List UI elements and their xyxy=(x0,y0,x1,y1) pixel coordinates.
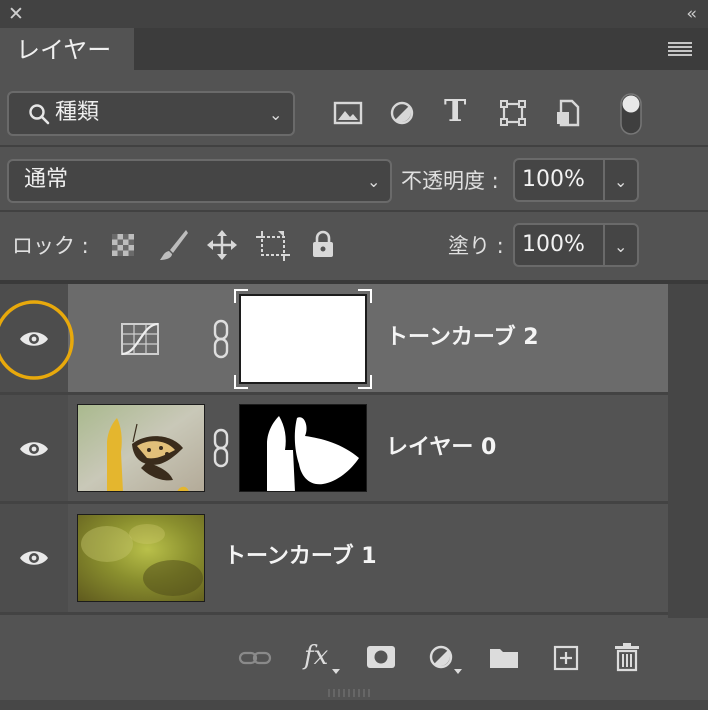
adjustment-filter-icon[interactable] xyxy=(389,100,415,126)
layers-scrollbar[interactable] xyxy=(668,284,708,618)
search-icon xyxy=(29,104,50,125)
image-filter-icon[interactable] xyxy=(333,100,363,126)
type-filter-icon[interactable]: T xyxy=(444,96,466,128)
collapse-icon[interactable]: ‹‹ xyxy=(686,4,696,24)
new-group-folder-icon[interactable] xyxy=(489,645,519,669)
blend-mode-value: 通常 xyxy=(24,167,69,192)
fill-value: 100% xyxy=(522,232,585,257)
smart-object-filter-icon[interactable] xyxy=(555,99,581,127)
triangle-down-icon xyxy=(332,669,340,674)
fill-label: 塗り : xyxy=(448,234,504,258)
panel-bottom-edge xyxy=(0,700,708,710)
close-icon[interactable]: ✕ xyxy=(8,4,24,24)
lock-artboard-icon[interactable] xyxy=(256,229,290,261)
shape-filter-icon[interactable] xyxy=(499,99,527,127)
layer-name[interactable]: トーンカーブ 1 xyxy=(224,543,377,571)
layer-mask-thumbnail[interactable] xyxy=(239,404,367,492)
lock-label: ロック : xyxy=(12,234,89,258)
curves-adjustment-icon xyxy=(121,322,159,356)
panel-menu-icon[interactable] xyxy=(668,42,692,56)
divider xyxy=(0,145,708,147)
highlight-ring xyxy=(0,300,74,380)
divider xyxy=(0,210,708,212)
divider xyxy=(603,225,605,265)
opacity-chevron-icon[interactable]: ⌄ xyxy=(614,173,627,191)
layer-style-fx-icon[interactable]: fx xyxy=(304,641,328,671)
opacity-label: 不透明度 : xyxy=(401,169,499,193)
divider xyxy=(603,160,605,200)
new-layer-icon[interactable] xyxy=(553,645,579,671)
link-layers-icon[interactable] xyxy=(238,648,272,668)
layer-thumbnail-butterfly[interactable] xyxy=(77,404,205,492)
layers-panel: ✕ ‹‹ レイヤー 種類 ⌄ T 通常 ⌄ 不透明度 : 100% ⌄ ロック … xyxy=(0,0,708,710)
add-mask-icon[interactable] xyxy=(366,645,396,669)
divider xyxy=(0,612,668,615)
filter-kind-value: 種類 xyxy=(55,100,100,125)
chain-link-icon[interactable] xyxy=(211,428,231,468)
panel-title-bar xyxy=(0,0,708,28)
tab-layers-label: レイヤー xyxy=(16,36,112,64)
trash-icon[interactable] xyxy=(614,642,640,672)
lock-all-icon[interactable] xyxy=(310,230,336,258)
lock-position-move-icon[interactable] xyxy=(207,230,237,260)
layer-name[interactable]: トーンカーブ 2 xyxy=(386,324,539,352)
resize-grip[interactable] xyxy=(326,688,376,698)
fill-chevron-icon[interactable]: ⌄ xyxy=(614,238,627,256)
eye-icon[interactable] xyxy=(18,438,50,460)
filter-toggle-icon[interactable] xyxy=(618,92,644,136)
chevron-down-icon: ⌄ xyxy=(367,172,381,191)
layer-thumbnail-green-bokeh[interactable] xyxy=(77,514,205,602)
layer-name[interactable]: レイヤー 0 xyxy=(386,434,496,462)
chain-link-icon[interactable] xyxy=(211,319,231,359)
lock-image-pixels-brush-icon[interactable] xyxy=(158,228,190,262)
chevron-down-icon: ⌄ xyxy=(269,105,283,124)
mask-selected-frame xyxy=(234,289,372,389)
opacity-value: 100% xyxy=(522,167,585,192)
eye-icon[interactable] xyxy=(18,547,50,569)
new-adjustment-layer-icon[interactable] xyxy=(428,644,456,672)
triangle-down-icon xyxy=(454,669,462,674)
filter-kind-dropdown[interactable] xyxy=(7,91,295,136)
lock-transparent-pixels-icon[interactable] xyxy=(111,233,135,257)
